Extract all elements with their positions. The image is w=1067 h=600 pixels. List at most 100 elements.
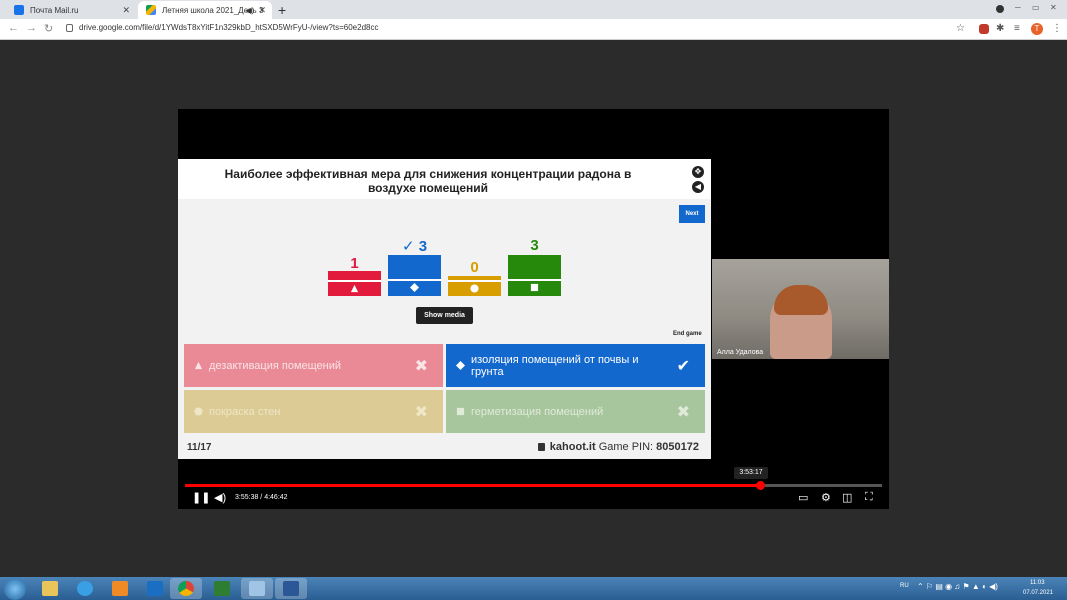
presenter-name: Алла Удалова [717, 349, 764, 356]
wrong-cross-icon: ✖ [414, 403, 428, 421]
windows-taskbar: RU ⌃ ⚐ ▤ ◉ ♫ ⚑ ▲ ◐ ◀) 11:03 07.07.2021 [0, 577, 1067, 600]
answer-text: изоляция помещений от почвы и грунта [471, 353, 639, 378]
video-player[interactable]: Наиболее эффективная мера для снижения к… [178, 109, 889, 509]
media-player-taskbar-icon[interactable] [104, 578, 136, 599]
minimize-icon[interactable]: ─ [1015, 3, 1021, 12]
address-bar[interactable]: drive.google.com/file/d/1YWdsT8xYitF1n32… [79, 23, 378, 32]
settings-icon[interactable]: ⚙ [821, 491, 831, 504]
answer-text: герметизация помещений [471, 405, 604, 418]
question-progress: 11/17 [187, 442, 212, 453]
answer-text: дезактивация помещений [209, 359, 342, 372]
maximize-icon[interactable]: ▭ [1032, 3, 1040, 12]
result-count: 0 [470, 259, 479, 276]
fullscreen-toggle-icon: ✥ [692, 166, 704, 178]
word-taskbar-icon[interactable] [275, 578, 307, 599]
reload-icon[interactable]: ↻ [44, 22, 53, 35]
diamond-icon [456, 361, 465, 370]
lock-icon [66, 24, 73, 32]
clock-time[interactable]: 11:03 [1030, 580, 1045, 586]
menu-icon[interactable]: ⋮ [1052, 23, 1062, 34]
language-indicator[interactable]: RU [900, 583, 909, 589]
tab-drive-video[interactable]: Летняя школа 2021_День 3 ◀) ✕ [138, 1, 272, 19]
lock-icon [537, 443, 545, 451]
result-count: 1 [350, 255, 359, 272]
answer-option-3: покраска стен ✖ [184, 390, 443, 433]
wrong-cross-icon: ✖ [414, 357, 428, 375]
chrome-taskbar-icon[interactable] [170, 578, 202, 599]
pin-label: Game PIN: [598, 441, 654, 453]
miniplayer-icon[interactable]: ◫ [842, 491, 852, 504]
explorer-taskbar-icon[interactable] [34, 578, 66, 599]
pin-value: 8050172 [656, 441, 699, 453]
answer-option-4: герметизация помещений ✖ [446, 390, 705, 433]
mail-favicon-icon [14, 5, 24, 15]
result-bar-circle: 0 [448, 211, 501, 296]
bookmark-star-icon[interactable]: ☆ [956, 23, 965, 34]
kahoot-slide: Наиболее эффективная мера для снижения к… [178, 159, 711, 459]
browser-toolbar: ← → ↻ drive.google.com/file/d/1YWdsT8xYi… [0, 19, 1067, 40]
time-display: 3:55:38 / 4:46:42 [235, 494, 288, 501]
new-tab-button[interactable]: + [278, 2, 286, 18]
ie-taskbar-icon[interactable] [69, 578, 101, 599]
fullscreen-icon[interactable]: ⛶ [865, 491, 873, 504]
result-bar-body [328, 271, 381, 296]
square-icon [530, 283, 539, 292]
result-bar-square: 3 [508, 211, 561, 296]
result-count: 3 [530, 237, 539, 254]
tray-icons[interactable]: ⌃ ⚐ ▤ ◉ ♫ ⚑ ▲ ◐ ◀) [917, 582, 998, 591]
result-bar-body [448, 276, 501, 296]
seek-tooltip: 3:53:17 [734, 467, 768, 479]
project-taskbar-icon[interactable] [206, 578, 238, 599]
circle-icon [194, 407, 203, 416]
forward-icon[interactable]: → [26, 22, 37, 34]
adblock-extension-icon[interactable] [979, 24, 989, 34]
end-game-link: End game [673, 331, 702, 337]
clock-date[interactable]: 07.07.2021 [1023, 590, 1053, 596]
result-count: ✓ 3 [401, 238, 428, 255]
window-close-icon[interactable]: ✕ [1050, 3, 1057, 12]
outlook-taskbar-icon[interactable] [139, 578, 171, 599]
show-media-button: Show media [416, 307, 473, 324]
start-button[interactable] [4, 578, 26, 600]
question-header: Наиболее эффективная мера для снижения к… [178, 159, 711, 199]
answer-option-1: дезактивация помещений ✖ [184, 344, 443, 387]
slide-footer: 11/17 kahoot.it Game PIN: 8050172 [178, 437, 711, 456]
tab-mail-close-icon[interactable]: ✕ [122, 5, 130, 16]
recording-indicator-icon [996, 5, 1004, 13]
correct-check-icon: ✔ [676, 357, 690, 375]
pause-icon[interactable]: ❚❚ [192, 491, 210, 504]
tab-mail-title: Почта Mail.ru [30, 5, 79, 15]
game-pin: kahoot.it Game PIN: 8050172 [537, 441, 699, 453]
question-text: Наиболее эффективная мера для снижения к… [224, 167, 632, 195]
volume-icon[interactable]: ◀) [214, 491, 226, 504]
diamond-icon [410, 283, 419, 292]
result-bar-body [388, 255, 441, 296]
subtitles-icon[interactable]: ▭ [798, 491, 808, 504]
correct-check-icon: ✓ [401, 238, 415, 255]
volume-icon: ◀ [692, 181, 704, 193]
webcam-video: Алла Удалова [712, 259, 889, 359]
result-bar-diamond: ✓ 3 [388, 211, 441, 296]
browser-tab-strip: Почта Mail.ru ✕ Летняя школа 2021_День 3… [0, 0, 1067, 19]
profile-avatar[interactable]: Т [1031, 23, 1043, 35]
extensions-icon[interactable]: ✱ [996, 23, 1004, 34]
triangle-icon [194, 361, 203, 370]
wrong-cross-icon: ✖ [676, 403, 690, 421]
tab-drive-close-icon[interactable]: ✕ [258, 5, 266, 16]
media-control-icon[interactable]: ≡ [1014, 23, 1020, 34]
result-bar-body [508, 255, 561, 296]
seek-bar[interactable] [185, 481, 882, 490]
seek-handle[interactable] [756, 481, 766, 490]
next-button: Next [679, 205, 705, 223]
triangle-icon [350, 284, 359, 293]
answer-option-2: изоляция помещений от почвы и грунта ✔ [446, 344, 705, 387]
back-icon[interactable]: ← [8, 22, 19, 34]
tab-audio-icon[interactable]: ◀) [245, 6, 254, 15]
result-bar-triangle: 1 [328, 211, 381, 296]
drive-favicon-icon [146, 5, 156, 15]
answer-text: покраска стен [209, 405, 281, 418]
tab-mail[interactable]: Почта Mail.ru ✕ [6, 1, 136, 19]
circle-icon [470, 284, 479, 293]
app-taskbar-icon[interactable] [241, 578, 273, 599]
kahoot-site: kahoot.it [549, 441, 596, 453]
